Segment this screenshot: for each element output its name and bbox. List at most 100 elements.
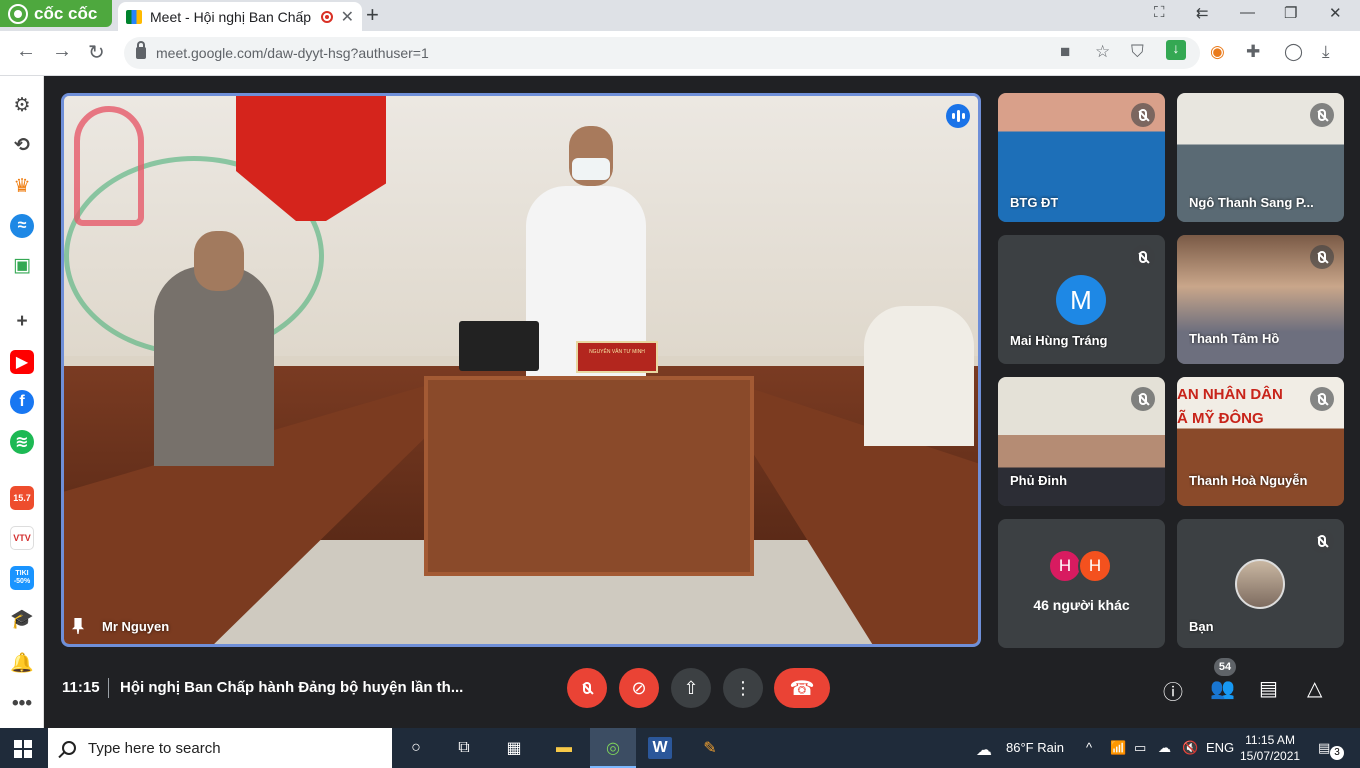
task-view-icon[interactable]: ⧉	[452, 737, 476, 759]
self-tile[interactable]: Bạn	[1177, 519, 1344, 648]
participant-tile[interactable]: Phủ Đinh	[998, 377, 1165, 506]
back-button[interactable]: ←	[16, 40, 36, 63]
back-history-icon[interactable]: ⇇	[1196, 4, 1209, 22]
crown-icon[interactable]: ♛	[10, 174, 34, 198]
participants-count-badge: 54	[1214, 658, 1236, 676]
notification-count: 3	[1330, 746, 1344, 760]
participant-tile[interactable]: BTG ĐT	[998, 93, 1165, 222]
settings-gear-icon[interactable]: ⚙	[10, 93, 34, 117]
extension-color-icon[interactable]: ◉	[1210, 42, 1225, 62]
search-placeholder: Type here to search	[88, 739, 221, 757]
minimize-button[interactable]: —	[1240, 4, 1255, 21]
toggle-camera-button[interactable]: ⊘	[619, 668, 659, 708]
browser-tab-meet[interactable]: Meet - Hội nghị Ban Chấp ✕	[118, 2, 362, 31]
tiki-icon[interactable]: TIKI -50%	[10, 566, 34, 590]
spotify-icon[interactable]: ≋	[10, 430, 34, 454]
language-indicator[interactable]: ENG	[1206, 740, 1234, 755]
facebook-icon[interactable]: f	[10, 390, 34, 414]
conference-table-front	[424, 376, 754, 576]
activities-icon[interactable]: △	[1307, 676, 1322, 701]
participant-avatar: H	[1048, 549, 1082, 583]
chat-icon[interactable]: ▤	[1259, 676, 1278, 701]
banner-line: AN NHÂN DÂN	[1177, 386, 1283, 403]
mic-off-icon	[1131, 387, 1155, 411]
new-tab-button[interactable]: +	[366, 2, 379, 28]
file-explorer-icon[interactable]: ▬	[552, 737, 576, 759]
vpn-icon[interactable]: ☁	[1158, 740, 1171, 756]
speaking-indicator-icon	[946, 104, 970, 128]
add-shortcut-icon[interactable]: +	[10, 310, 34, 334]
maximize-button[interactable]: ❐	[1284, 4, 1297, 22]
present-screen-button[interactable]: ⇧	[671, 668, 711, 708]
pin-icon[interactable]	[72, 618, 84, 634]
taskbar-search[interactable]: Type here to search	[48, 728, 392, 768]
speaker-nameplate: NGUYỄN VĂN TƯ MINH	[576, 341, 658, 373]
shopee-icon[interactable]: 15.7	[10, 486, 34, 510]
profile-icon[interactable]: ◯	[1284, 42, 1303, 62]
graduation-cap-icon[interactable]: 🎓	[10, 607, 34, 631]
participant-tile[interactable]: Ngô Thanh Sang P...	[1177, 93, 1344, 222]
more-vert-icon: ⋮	[734, 677, 752, 698]
extensions-puzzle-icon[interactable]: ✚	[1246, 42, 1260, 62]
main-video-feed[interactable]: NGUYỄN VĂN TƯ MINH Mr Nguyen	[61, 93, 981, 647]
calculator-icon[interactable]: ▦	[502, 737, 526, 759]
browser-brand-label: cốc cốc	[34, 3, 98, 23]
youtube-icon[interactable]: ▶	[10, 350, 34, 374]
shield-icon[interactable]: ⛉	[1131, 42, 1144, 62]
browser-brand-button[interactable]: cốc cốc	[0, 0, 112, 27]
toggle-mic-button[interactable]	[567, 668, 607, 708]
participant-tile[interactable]: AN NHÂN DÂN Ã MỸ ĐÔNG Thanh Hoà Nguyễn	[1177, 377, 1344, 506]
reload-button[interactable]: ↻	[88, 40, 105, 65]
close-window-button[interactable]: ✕	[1329, 4, 1342, 22]
notification-center-icon[interactable]: ▤	[1318, 740, 1330, 756]
paint-icon[interactable]: ✎	[698, 737, 722, 759]
url-text: meet.google.com/daw-dyyt-hsg?authuser=1	[156, 45, 429, 61]
game-controller-icon[interactable]: ▣	[10, 253, 34, 277]
clock[interactable]: 11:15 AM 15/07/2021	[1240, 732, 1300, 764]
participants-icon[interactable]: 👥	[1210, 676, 1235, 701]
screenshot-icon[interactable]: ⛶	[1154, 4, 1165, 21]
address-bar[interactable]: meet.google.com/daw-dyyt-hsg?authuser=1	[124, 37, 1200, 69]
others-tile[interactable]: H H 46 người khác	[998, 519, 1165, 648]
meeting-info-icon[interactable]: ⓘ	[1163, 676, 1183, 705]
participant-tile[interactable]: M Mai Hùng Tráng	[998, 235, 1165, 364]
notification-bell-icon[interactable]: 🔔	[10, 651, 34, 675]
tab-title: Meet - Hội nghị Ban Chấp	[150, 8, 312, 25]
attendee-left-head	[194, 231, 244, 291]
coc-coc-taskbar-icon[interactable]: ◎	[601, 737, 625, 759]
camera-off-icon: ⊘	[631, 677, 647, 698]
cortana-icon[interactable]: ○	[404, 737, 428, 759]
participant-tile[interactable]: Thanh Tâm Hồ	[1177, 235, 1344, 364]
download-manager-icon[interactable]: ↓	[1166, 40, 1186, 60]
present-icon: ⇧	[683, 677, 699, 698]
leave-call-button[interactable]: ☎	[774, 668, 830, 708]
participant-name: Ngô Thanh Sang P...	[1189, 195, 1314, 210]
more-options-button[interactable]: ⋮	[723, 668, 763, 708]
participant-name: Mai Hùng Tráng	[1010, 333, 1108, 348]
power-icon[interactable]: ▭	[1134, 740, 1146, 756]
downloads-icon[interactable]: ⤓	[1322, 42, 1330, 62]
vtv-icon[interactable]: VTV	[10, 526, 34, 550]
search-icon	[62, 741, 76, 755]
meet-stage: NGUYỄN VĂN TƯ MINH Mr Nguyen BTG ĐT Ngô …	[44, 76, 1360, 728]
messenger-icon[interactable]: ≈	[10, 214, 34, 238]
weather-text[interactable]: 86°F Rain	[1006, 740, 1064, 755]
volume-muted-icon[interactable]: 🔇	[1182, 740, 1198, 756]
mic-off-icon	[1310, 245, 1334, 269]
tab-close-icon[interactable]: ✕	[341, 7, 354, 27]
others-count-label: 46 người khác	[1033, 597, 1130, 613]
more-options-icon[interactable]: •••	[10, 692, 34, 716]
wall-decoration-lotus	[74, 106, 144, 226]
tray-expand-icon[interactable]: ^	[1086, 740, 1092, 755]
mic-off-icon	[583, 682, 591, 694]
bookmark-star-icon[interactable]: ☆	[1095, 42, 1110, 62]
word-icon[interactable]: W	[648, 737, 672, 759]
network-icon[interactable]: 📶	[1110, 740, 1126, 756]
lock-icon	[136, 41, 146, 59]
forward-button[interactable]: →	[52, 40, 72, 63]
camera-icon[interactable]: ■	[1060, 42, 1070, 62]
start-button[interactable]	[14, 740, 32, 758]
history-icon[interactable]: ⟲	[10, 133, 34, 157]
participant-name: BTG ĐT	[1010, 195, 1059, 210]
banner-line: Ã MỸ ĐÔNG	[1177, 410, 1264, 427]
